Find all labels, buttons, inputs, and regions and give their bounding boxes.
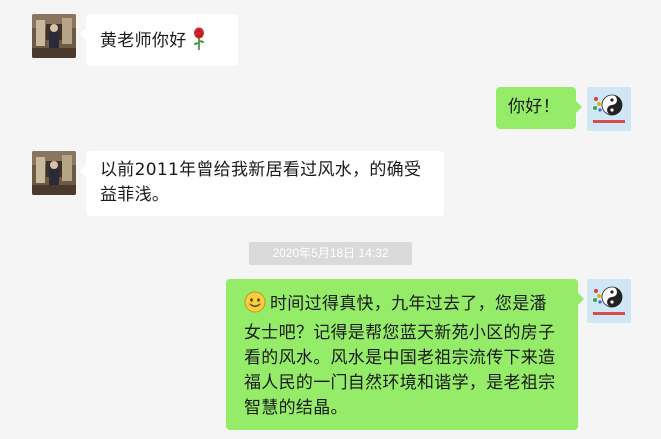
message-bubble[interactable]: 你好！ xyxy=(496,87,582,129)
contact-avatar[interactable] xyxy=(32,151,76,195)
message-text: 你好！ xyxy=(508,97,560,117)
chat-message-list[interactable]: 黄老师你好 你好！ 以前2011年曾给我新居看过风水，的确受益菲浅。 2020年… xyxy=(0,0,661,439)
message-bubble[interactable]: 以前2011年曾给我新居看过风水，的确受益菲浅。 xyxy=(80,151,444,216)
smiley-icon xyxy=(244,291,266,321)
message-text: 时间过得真快，九年过去了，您是潘女士吧？记得是帮您蓝天新苑小区的房子看的风水。风… xyxy=(244,294,556,418)
message-text: 黄老师你好 xyxy=(100,31,187,51)
self-avatar[interactable] xyxy=(587,279,631,323)
self-avatar[interactable] xyxy=(587,87,631,131)
contact-avatar[interactable] xyxy=(32,14,76,58)
message-bubble[interactable]: 黄老师你好 xyxy=(80,14,238,66)
message-text: 以前2011年曾给我新居看过风水，的确受益菲浅。 xyxy=(100,160,422,205)
message-bubble[interactable]: 时间过得真快，九年过去了，您是潘女士吧？记得是帮您蓝天新苑小区的房子看的风水。风… xyxy=(226,279,584,430)
timestamp-label: 2020年5月18日 14:32 xyxy=(249,242,412,265)
rose-icon xyxy=(191,27,207,59)
